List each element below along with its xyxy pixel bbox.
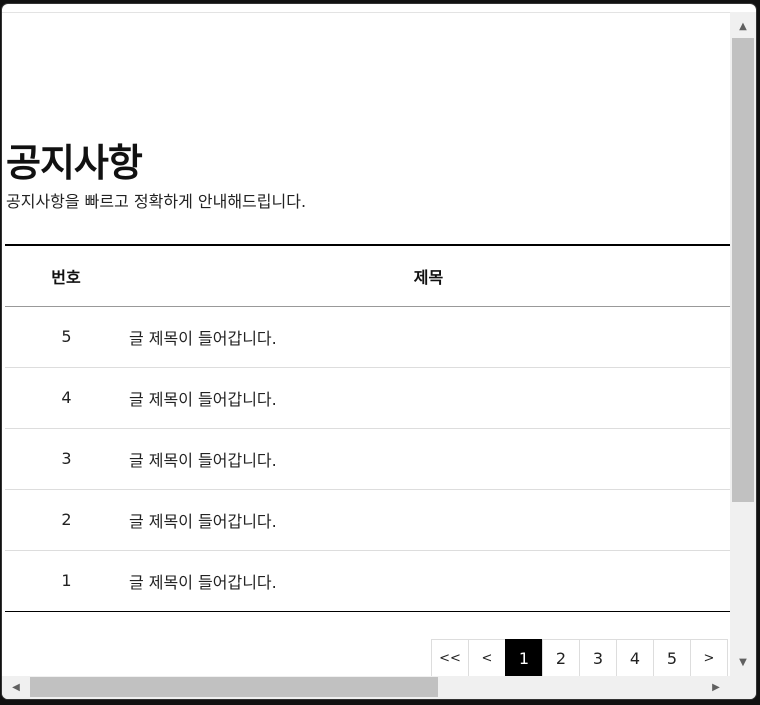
page-viewport: 공지사항 공지사항을 빠르고 정확하게 안내해드립니다. 번호 제목 5 글 제… <box>2 4 730 676</box>
row-title-link[interactable]: 글 제목이 들어갑니다. <box>127 489 730 551</box>
row-number: 4 <box>5 367 127 429</box>
page-button-5[interactable]: 5 <box>653 639 691 676</box>
table-row[interactable]: 1 글 제목이 들어갑니다. <box>5 550 730 612</box>
scroll-left-icon[interactable]: ◀ <box>4 676 28 699</box>
table-row[interactable]: 4 글 제목이 들어갑니다. <box>5 367 730 429</box>
page-title: 공지사항 <box>6 141 143 185</box>
row-number: 1 <box>5 550 127 612</box>
scroll-down-icon[interactable]: ▼ <box>730 652 756 672</box>
pagination: << < 1 2 3 4 5 > <box>431 639 728 676</box>
page-button-2[interactable]: 2 <box>542 639 580 676</box>
row-title-link[interactable]: 글 제목이 들어갑니다. <box>127 306 730 368</box>
horizontal-scroll-thumb[interactable] <box>30 677 438 697</box>
table-header-row: 번호 제목 <box>5 244 730 307</box>
row-number: 3 <box>5 428 127 490</box>
notice-table: 번호 제목 5 글 제목이 들어갑니다. 4 글 제목이 들어갑니다. 3 글 … <box>5 244 730 612</box>
scroll-up-icon[interactable]: ▲ <box>730 16 756 36</box>
row-title-link[interactable]: 글 제목이 들어갑니다. <box>127 550 730 612</box>
row-title-link[interactable]: 글 제목이 들어갑니다. <box>127 367 730 429</box>
row-number: 2 <box>5 489 127 551</box>
page-button-3[interactable]: 3 <box>579 639 617 676</box>
page-description: 공지사항을 빠르고 정확하게 안내해드립니다. <box>6 192 307 211</box>
page-next-button[interactable]: > <box>690 639 728 676</box>
row-number: 5 <box>5 306 127 368</box>
page-button-1[interactable]: 1 <box>505 639 543 676</box>
page-prev-button[interactable]: < <box>468 639 506 676</box>
page-first-button[interactable]: << <box>431 639 469 676</box>
top-divider <box>2 12 730 13</box>
row-title-link[interactable]: 글 제목이 들어갑니다. <box>127 428 730 490</box>
table-row[interactable]: 5 글 제목이 들어갑니다. <box>5 306 730 368</box>
scrollbar-corner <box>730 676 756 699</box>
table-row[interactable]: 2 글 제목이 들어갑니다. <box>5 489 730 551</box>
vertical-scrollbar[interactable]: ▲ ▼ <box>730 12 756 676</box>
header-number: 번호 <box>5 244 127 307</box>
header-title: 제목 <box>127 244 730 307</box>
scroll-right-icon[interactable]: ▶ <box>704 676 728 699</box>
horizontal-scrollbar[interactable]: ◀ ▶ <box>2 676 730 699</box>
browser-window: 공지사항 공지사항을 빠르고 정확하게 안내해드립니다. 번호 제목 5 글 제… <box>2 4 756 699</box>
table-row[interactable]: 3 글 제목이 들어갑니다. <box>5 428 730 490</box>
vertical-scroll-thumb[interactable] <box>732 38 754 502</box>
page-button-4[interactable]: 4 <box>616 639 654 676</box>
